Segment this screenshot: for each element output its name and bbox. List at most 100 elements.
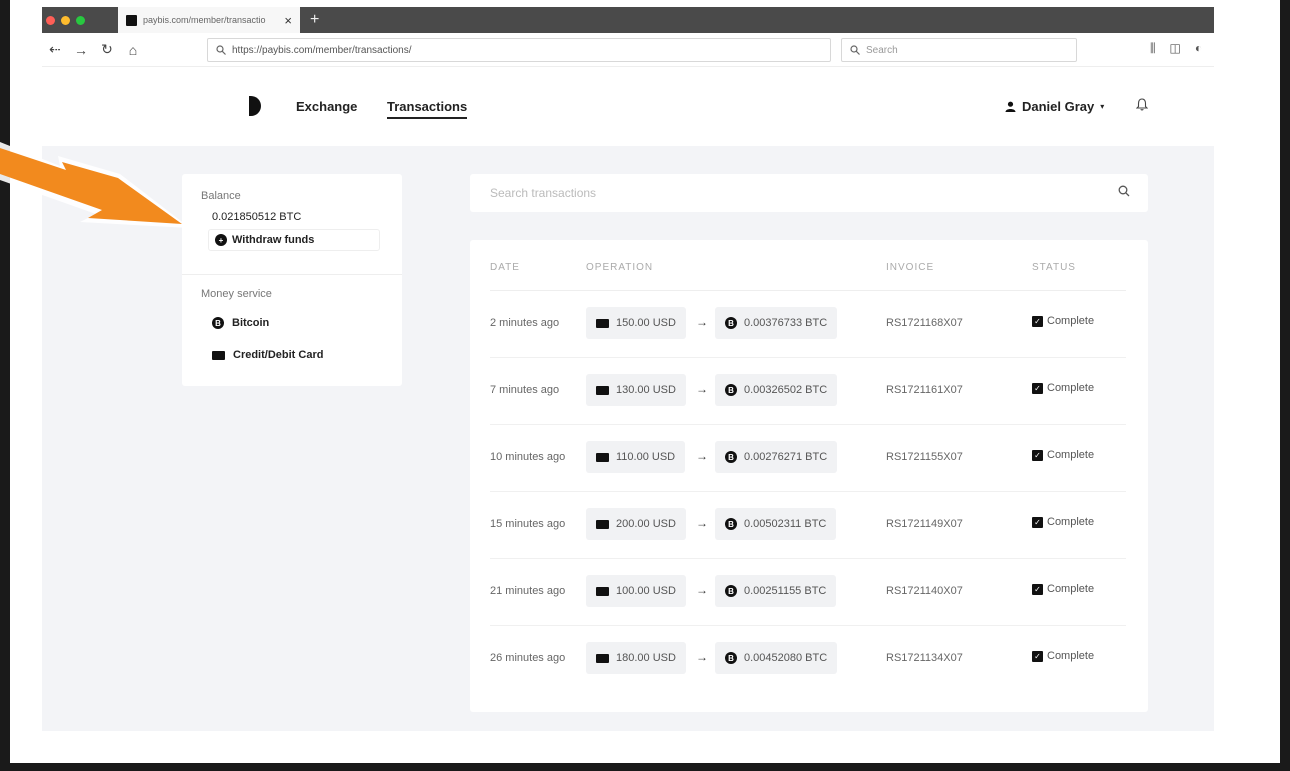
row-invoice: RS1721155X07 (886, 451, 963, 463)
minimize-window-button[interactable] (61, 15, 70, 25)
nav-exchange[interactable]: Exchange (296, 99, 357, 114)
browser-tab[interactable]: paybis.com/member/transactio × (118, 7, 300, 33)
check-icon: ✓ (1032, 516, 1043, 528)
from-amount: 180.00 USD (616, 652, 676, 664)
browser-tab-bar: paybis.com/member/transactio × + (42, 7, 1214, 33)
balance-value: 0.021850512 BTC (212, 211, 302, 223)
address-bar[interactable]: https://paybis.com/member/transactions/ (207, 38, 831, 62)
paybis-logo-icon[interactable] (249, 96, 261, 116)
card-icon (596, 586, 609, 596)
row-date: 7 minutes ago (490, 384, 560, 396)
from-amount: 200.00 USD (616, 518, 676, 530)
to-amount: 0.00502311 BTC (744, 518, 827, 530)
arrow-right-icon: → (696, 650, 708, 664)
plus-circle-icon: + (215, 234, 227, 246)
row-date: 26 minutes ago (490, 652, 566, 664)
service-label: Bitcoin (232, 317, 270, 329)
status-text: Complete (1047, 583, 1095, 595)
status-text: Complete (1047, 516, 1095, 528)
transactions-table: DATE OPERATION INVOICE STATUS 2 minutes … (470, 240, 1148, 712)
to-amount: 0.00452080 BTC (744, 652, 828, 664)
arrow-right-icon: → (696, 382, 708, 396)
search-input[interactable] (490, 186, 1090, 200)
main-content: Balance 0.021850512 BTC + Withdraw funds… (42, 146, 1214, 731)
table-row[interactable]: 10 minutes ago 110.00 USD → B 0.00276271 … (470, 425, 1148, 492)
pointer-arrow-icon (0, 142, 190, 228)
row-invoice: RS1721168X07 (886, 317, 963, 329)
operation-to: B 0.00502311 BTC (715, 508, 837, 540)
withdraw-funds-button[interactable]: + Withdraw funds (208, 229, 380, 251)
table-row[interactable]: 2 minutes ago 150.00 USD → B 0.00376733 B… (470, 291, 1148, 358)
window-controls (42, 15, 118, 25)
sidebar-toggle-icon[interactable]: ◫ (1170, 41, 1181, 56)
table-row[interactable]: 21 minutes ago 100.00 USD → B 0.00251155 … (470, 559, 1148, 626)
check-icon: ✓ (1032, 382, 1043, 394)
home-icon[interactable]: ⌂ (120, 42, 146, 58)
arrow-right-icon: → (696, 449, 708, 463)
to-amount: 0.00251155 BTC (744, 585, 827, 597)
balance-card: Balance 0.021850512 BTC + Withdraw funds… (182, 174, 402, 386)
operation-from: 180.00 USD (586, 642, 686, 674)
row-invoice: RS1721161X07 (886, 384, 963, 396)
service-item-bitcoin[interactable]: B Bitcoin (212, 317, 269, 329)
forward-icon[interactable]: → (68, 42, 94, 58)
bitcoin-icon: B (725, 317, 737, 329)
url-text: https://paybis.com/member/transactions/ (232, 44, 412, 56)
site-header: Exchange Transactions Daniel Gray ▾ (42, 68, 1214, 146)
card-icon (212, 350, 225, 360)
status-badge: ✓ Complete (1032, 650, 1094, 662)
table-row[interactable]: 15 minutes ago 200.00 USD → B 0.00502311 … (470, 492, 1148, 559)
operation-from: 100.00 USD (586, 575, 686, 607)
from-amount: 150.00 USD (616, 317, 676, 329)
search-icon[interactable] (1118, 185, 1130, 197)
browser-tools: ⫼ ◫ ◐ (1150, 41, 1202, 56)
library-icon[interactable]: ⫼ (1150, 41, 1156, 56)
operation-from: 150.00 USD (586, 307, 686, 339)
bitcoin-icon: B (725, 585, 737, 597)
arrow-right-icon: → (696, 583, 708, 597)
operation-from: 110.00 USD (586, 441, 686, 473)
status-text: Complete (1047, 315, 1095, 327)
browser-search-bar[interactable]: Search (841, 38, 1077, 62)
card-icon (596, 519, 609, 529)
arrow-right-icon: → (696, 516, 708, 530)
close-window-button[interactable] (46, 15, 55, 25)
operation-from: 130.00 USD (586, 374, 686, 406)
nav-transactions[interactable]: Transactions (387, 99, 468, 119)
menu-icon[interactable]: ◐ (1195, 41, 1202, 56)
user-menu[interactable]: Daniel Gray ▾ (1005, 99, 1104, 114)
tab-title: paybis.com/member/transactio (143, 15, 266, 25)
row-date: 2 minutes ago (490, 317, 560, 329)
bell-icon[interactable] (1136, 98, 1148, 111)
divider (182, 274, 402, 275)
card-icon (596, 452, 609, 462)
to-amount: 0.00376733 BTC (744, 317, 828, 329)
column-header-invoice: INVOICE (886, 262, 935, 273)
service-item-card[interactable]: Credit/Debit Card (212, 349, 323, 361)
close-tab-icon[interactable]: × (284, 13, 292, 28)
operation-to: B 0.00376733 BTC (715, 307, 838, 339)
arrow-right-icon: → (696, 315, 708, 329)
card-icon (596, 385, 609, 395)
status-text: Complete (1047, 382, 1095, 394)
row-invoice: RS1721134X07 (886, 652, 963, 664)
bitcoin-icon: B (725, 451, 737, 463)
back-icon[interactable]: ⇠ (42, 41, 68, 58)
row-date: 15 minutes ago (490, 518, 566, 530)
row-date: 10 minutes ago (490, 451, 566, 463)
row-date: 21 minutes ago (490, 585, 566, 597)
operation-to: B 0.00452080 BTC (715, 642, 838, 674)
from-amount: 100.00 USD (616, 585, 676, 597)
reload-icon[interactable]: ↻ (94, 41, 120, 58)
transaction-search (470, 174, 1148, 212)
table-row[interactable]: 26 minutes ago 180.00 USD → B 0.00452080 … (470, 626, 1148, 693)
maximize-window-button[interactable] (76, 15, 85, 25)
column-header-date: DATE (490, 262, 520, 273)
service-label: Credit/Debit Card (233, 349, 324, 361)
operation-to: B 0.00251155 BTC (715, 575, 837, 607)
user-icon (1005, 101, 1016, 112)
new-tab-icon[interactable]: + (300, 11, 319, 29)
table-row[interactable]: 7 minutes ago 130.00 USD → B 0.00326502 B… (470, 358, 1148, 425)
withdraw-funds-label: Withdraw funds (232, 234, 315, 246)
from-amount: 130.00 USD (616, 384, 676, 396)
